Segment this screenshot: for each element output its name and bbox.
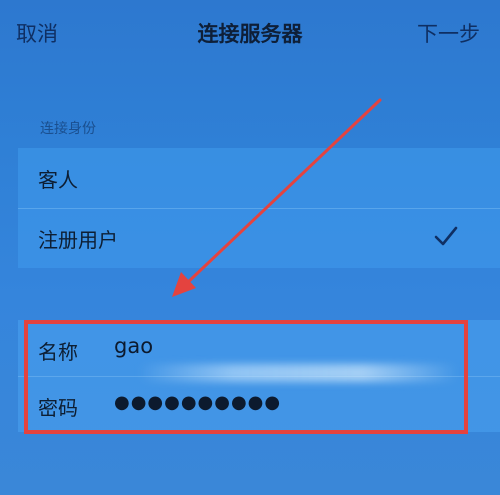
guest-option-label: 客人: [38, 168, 78, 192]
password-field[interactable]: ●●●●●●●●●●: [114, 392, 281, 413]
name-field[interactable]: gao: [114, 334, 153, 358]
navigation-bar: 取消 连接服务器 下一步: [0, 0, 500, 66]
name-field-label: 名称: [38, 340, 78, 364]
connection-identity-section-label: 连接身份: [40, 121, 96, 137]
next-button[interactable]: 下一步: [417, 18, 480, 48]
guest-option[interactable]: 客人: [18, 148, 500, 209]
connection-identity-group: 客人 注册用户: [18, 148, 500, 268]
registered-user-option[interactable]: 注册用户: [18, 208, 500, 268]
password-field-label: 密码: [38, 396, 78, 420]
credentials-group: 名称 gao 密码 ●●●●●●●●●●: [18, 320, 500, 432]
registered-user-option-label: 注册用户: [38, 228, 118, 252]
password-field-row: 密码 ●●●●●●●●●●: [18, 376, 500, 432]
checkmark-icon: [434, 226, 458, 246]
